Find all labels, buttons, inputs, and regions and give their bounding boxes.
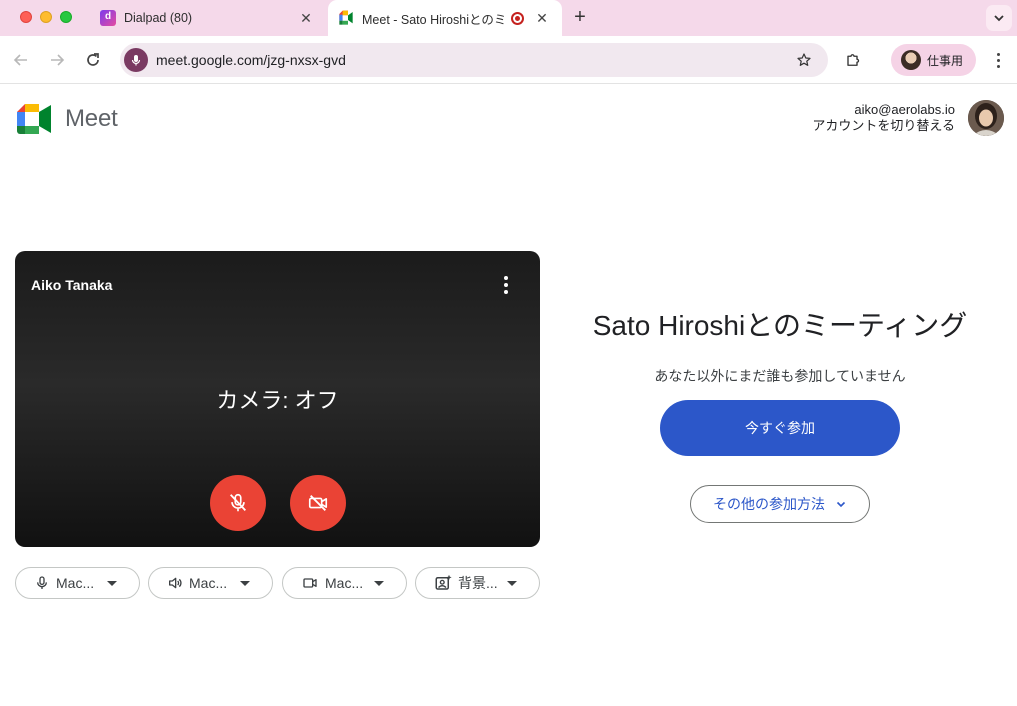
profile-label: 仕事用 [927, 53, 964, 68]
arrow-right-icon [51, 54, 65, 66]
speaker-select[interactable]: Mac... [148, 567, 273, 599]
tab-search-button[interactable] [986, 5, 1012, 31]
forward-button[interactable] [45, 48, 69, 72]
camera-select[interactable]: Mac... [282, 567, 407, 599]
account-info: aiko@aerolabs.io アカウントを切り替える [812, 102, 955, 134]
extensions-button[interactable] [842, 48, 866, 72]
preview-user-name: Aiko Tanaka [31, 277, 113, 293]
account-avatar[interactable] [968, 100, 1004, 136]
profile-avatar [901, 50, 921, 70]
meet-wordmark: Meet [65, 105, 118, 132]
microphone-select-label: Mac... [56, 575, 95, 591]
camera-icon [303, 578, 317, 588]
account-email: aiko@aerolabs.io [854, 102, 955, 117]
profile-button[interactable]: 仕事用 [891, 44, 976, 76]
dropdown-arrow-icon [507, 580, 517, 586]
browser-menu-button[interactable] [988, 48, 1008, 72]
reload-button[interactable] [81, 48, 105, 72]
close-tab-icon[interactable]: ✕ [534, 10, 550, 26]
window-close-button[interactable] [20, 11, 32, 23]
close-tab-icon[interactable]: ✕ [298, 10, 314, 26]
arrow-left-icon [13, 54, 27, 66]
puzzle-icon [847, 54, 860, 66]
meet-logo-icon [17, 104, 51, 134]
toggle-microphone-button[interactable] [210, 475, 266, 531]
chevron-down-icon [836, 501, 846, 508]
new-tab-button[interactable]: + [570, 7, 590, 28]
camera-select-label: Mac... [325, 575, 364, 591]
meet-logo[interactable]: Meet [17, 104, 118, 134]
participants-status: あなた以外にまだ誰も参加していません [654, 368, 906, 384]
recording-icon [511, 11, 524, 25]
back-button[interactable] [9, 48, 33, 72]
meeting-title: Sato Hiroshiとのミーティング [592, 310, 968, 341]
background-effects-icon [435, 574, 452, 590]
dropdown-arrow-icon [107, 580, 117, 586]
microphone-in-use-icon[interactable] [124, 48, 148, 72]
browser-toolbar: meet.google.com/jzg-nxsx-gvd 仕事用 [0, 36, 1017, 84]
other-ways-to-join-button[interactable]: その他の参加方法 [690, 485, 870, 523]
dialpad-favicon-icon [100, 10, 116, 26]
tab-title: Dialpad (80) [124, 11, 193, 25]
meet-favicon-icon [338, 10, 354, 26]
background-effects-select[interactable]: 背景... [415, 567, 540, 599]
url-text[interactable]: meet.google.com/jzg-nxsx-gvd [156, 52, 794, 68]
other-ways-label: その他の参加方法 [713, 496, 825, 512]
reload-icon [87, 53, 99, 66]
speaker-icon [169, 577, 182, 589]
tab-meet[interactable]: Meet - Sato Hiroshiとのミ ✕ [328, 0, 562, 36]
camera-off-icon [308, 495, 328, 511]
tab-title: Meet - Sato Hiroshiとのミ [362, 12, 505, 27]
microphone-icon [37, 576, 47, 589]
device-selectors: Mac... Mac... Mac... 背景... [15, 567, 540, 599]
window-minimize-button[interactable] [40, 11, 52, 23]
address-bar[interactable]: meet.google.com/jzg-nxsx-gvd [120, 43, 828, 77]
window-zoom-button[interactable] [60, 11, 72, 23]
join-now-button[interactable]: 今すぐ参加 [660, 400, 900, 456]
more-options-button[interactable] [496, 275, 516, 295]
tab-dialpad[interactable]: Dialpad (80) ✕ [90, 0, 326, 36]
dropdown-arrow-icon [374, 580, 384, 586]
microphone-off-icon [229, 493, 247, 512]
background-effects-label: 背景... [458, 575, 498, 591]
bookmark-star-icon[interactable] [794, 50, 814, 70]
video-preview: Aiko Tanaka カメラ: オフ [15, 251, 540, 547]
switch-account-link[interactable]: アカウントを切り替える [812, 118, 955, 134]
speaker-select-label: Mac... [189, 575, 228, 591]
dropdown-arrow-icon [240, 580, 250, 586]
chevron-down-icon [994, 15, 1004, 22]
microphone-select[interactable]: Mac... [15, 567, 140, 599]
toggle-camera-button[interactable] [290, 475, 346, 531]
camera-status-text: カメラ: オフ [216, 388, 339, 413]
tab-strip: Dialpad (80) ✕ Meet - Sato Hiroshiとのミ ✕ … [0, 0, 1017, 36]
